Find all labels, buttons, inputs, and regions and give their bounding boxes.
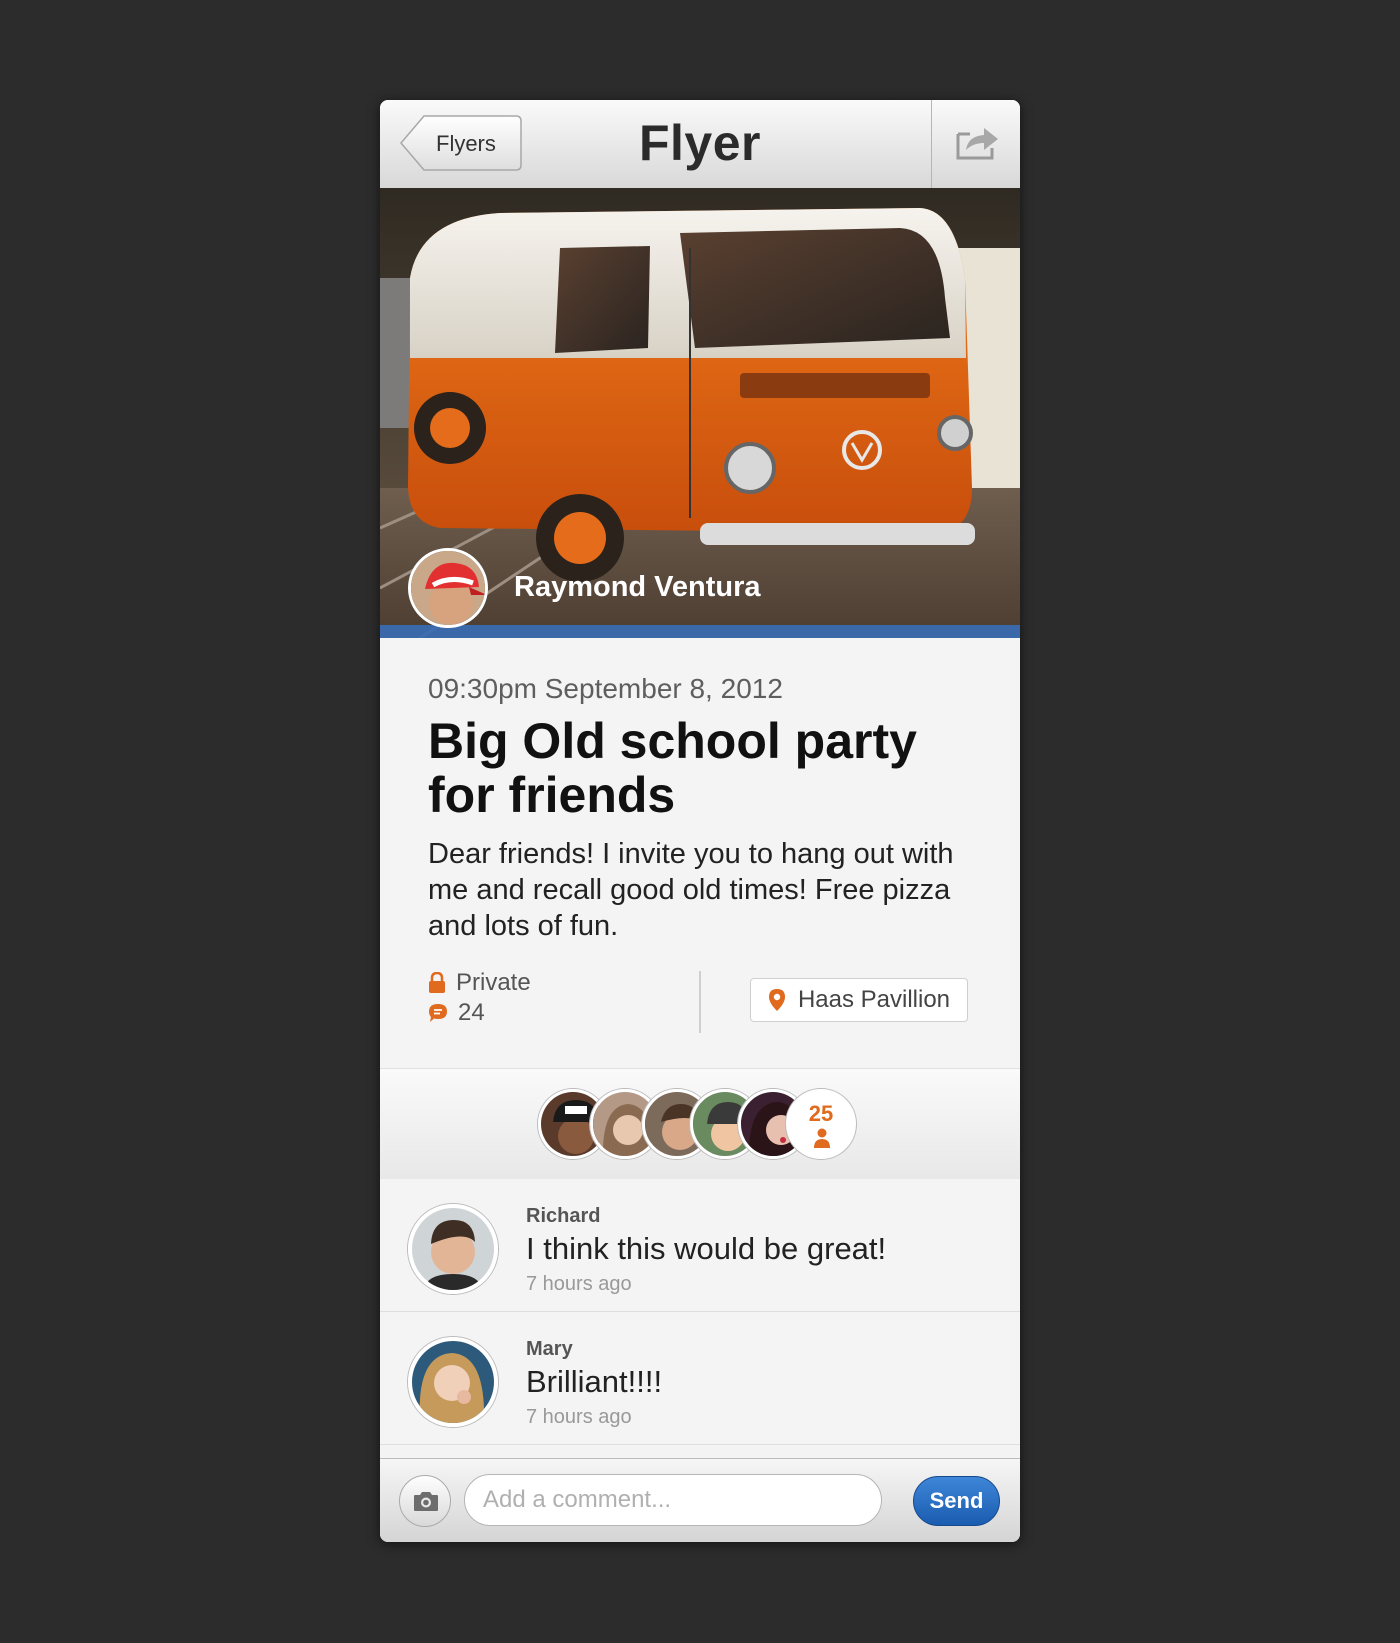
privacy-label: Private <box>456 969 531 996</box>
commenter-name[interactable]: Mary <box>526 1338 573 1361</box>
author-info[interactable]: Raymond Ventura <box>380 538 1020 638</box>
comment-timestamp: 7 hours ago <box>526 1406 632 1428</box>
comment-item: Richard I think this would be great! 7 h… <box>380 1179 1020 1312</box>
attendee-count-badge[interactable]: 25 <box>786 1089 856 1159</box>
location-label: Haas Pavillion <box>797 986 951 1013</box>
camera-button[interactable] <box>399 1475 451 1527</box>
share-icon <box>956 128 998 160</box>
comment-text: Brilliant!!!! <box>526 1364 663 1399</box>
page-title: Flyer <box>638 115 761 171</box>
attendee-count: 25 <box>808 1101 834 1126</box>
location-button[interactable]: Haas Pavillion <box>750 978 968 1022</box>
share-button[interactable] <box>931 100 1020 188</box>
person-icon <box>814 1128 830 1148</box>
comment-timestamp: 7 hours ago <box>526 1273 632 1295</box>
phone-screen: Flyers Flyer Raymond Ventura 09:30pm Sep… <box>380 100 1020 1542</box>
event-title: Big Old school party for friends <box>428 713 917 823</box>
comment-count-value: 24 <box>458 999 485 1026</box>
comment-item: Mary Brilliant!!!! 7 hours ago <box>380 1312 1020 1445</box>
attendees-strip: 25 <box>380 1068 1020 1180</box>
privacy-indicator: Private <box>428 968 531 998</box>
comment-composer: Send <box>380 1458 1020 1542</box>
attendee-avatars: 25 <box>538 1089 858 1161</box>
location-pin-icon <box>768 989 785 1011</box>
commenter-avatar[interactable] <box>408 1337 498 1427</box>
lock-icon <box>429 972 445 993</box>
send-button[interactable]: Send <box>913 1476 1000 1526</box>
author-avatar[interactable] <box>408 548 488 628</box>
commenter-name[interactable]: Richard <box>526 1205 600 1228</box>
comment-bubble-icon <box>429 1004 447 1022</box>
navigation-bar: Flyers Flyer <box>380 100 1020 189</box>
comment-input[interactable] <box>464 1474 882 1526</box>
event-description: Dear friends! I invite you to hang out w… <box>428 838 954 942</box>
author-name[interactable]: Raymond Ventura <box>514 571 761 604</box>
event-meta: Private 24 <box>428 968 531 1028</box>
comment-count[interactable]: 24 <box>428 998 531 1028</box>
camera-icon <box>414 1492 438 1511</box>
commenter-avatar[interactable] <box>408 1204 498 1294</box>
comment-text: I think this would be great! <box>526 1231 887 1266</box>
flyer-details: 09:30pm September 8, 2012 Big Old school… <box>380 638 1020 1068</box>
meta-divider <box>699 971 701 1033</box>
event-datetime: 09:30pm September 8, 2012 <box>428 673 783 704</box>
